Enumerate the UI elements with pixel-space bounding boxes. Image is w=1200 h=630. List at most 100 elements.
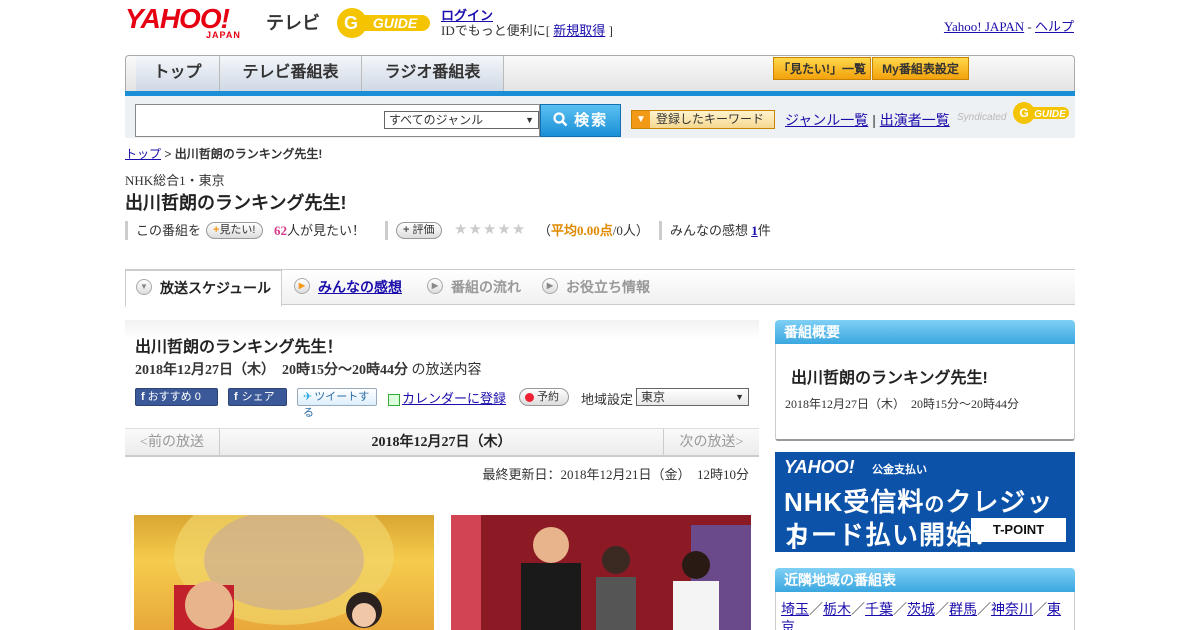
- want-list-button[interactable]: 「見たい!」一覧: [773, 57, 871, 80]
- register-link[interactable]: 新規取得: [553, 23, 605, 38]
- channel-name: NHK総合1・東京: [125, 173, 225, 188]
- id-promo: IDでもっと便利に[ 新規取得 ]: [441, 20, 613, 39]
- broadcast-date-nav: <前の放送 2018年12月27日（木） 次の放送>: [125, 428, 759, 457]
- svg-text:GUIDE: GUIDE: [373, 15, 418, 31]
- top-right-links: Yahoo! JAPAN - ヘルプ: [944, 16, 1074, 35]
- registered-keyword-button[interactable]: ▼ 登録したキーワード: [631, 110, 775, 129]
- gguide-logo: G GUIDE: [337, 8, 430, 38]
- ad-headline-1b: の: [924, 494, 946, 516]
- page-title: 出川哲朗のランキング先生!: [125, 193, 347, 213]
- help-link[interactable]: ヘルプ: [1035, 19, 1074, 34]
- nhk-credit-ad-banner[interactable]: YAHOO! 公金支払い NHK受信料のクレジット カード払い開始！ T-POI…: [775, 452, 1075, 552]
- next-broadcast-button[interactable]: 次の放送>: [663, 429, 759, 456]
- reserve-label: 予約: [537, 391, 559, 403]
- registered-keyword-label: 登録したキーワード: [656, 112, 765, 126]
- calendar-register[interactable]: カレンダーに登録: [388, 388, 506, 407]
- genre-select[interactable]: すべてのジャンル ▼: [384, 111, 539, 129]
- nearby-header: 近隣地域の番組表: [775, 568, 1075, 592]
- nearby-sep: ／: [851, 603, 865, 618]
- genre-select-value: すべてのジャンル: [389, 113, 484, 127]
- rate-button-label: 評価: [412, 224, 435, 236]
- ad-headline-1a: NHK受信料: [784, 487, 925, 517]
- impressions-label: みんなの感想: [670, 223, 749, 238]
- region-select-value: 東京: [641, 390, 666, 404]
- svg-text:G: G: [1019, 106, 1028, 120]
- program-photo-1: [134, 515, 434, 630]
- main-nav: トップ テレビ番組表 ラジオ番組表 「見たい!」一覧 My番組表設定: [125, 55, 1075, 92]
- nearby-link-saitama[interactable]: 埼玉: [781, 603, 809, 618]
- tab-program-flow-label: 番組の流れ: [451, 279, 521, 295]
- tab-impressions-label[interactable]: みんなの感想: [318, 279, 402, 295]
- facebook-icon: f: [234, 391, 238, 403]
- studio-photo-image: [451, 515, 751, 630]
- program-photo-2: [451, 515, 751, 630]
- dropdown-arrow-icon: ▼: [735, 392, 744, 402]
- nearby-sep: ／: [893, 603, 907, 618]
- reserve-button[interactable]: 予約: [519, 388, 569, 406]
- tab-useful-info-label: お役立ち情報: [566, 279, 650, 295]
- nav-tab-tv-schedule[interactable]: テレビ番組表: [220, 56, 362, 91]
- nearby-link-chiba[interactable]: 千葉: [865, 603, 893, 618]
- breadcrumb: トップ > 出川哲朗のランキング先生!: [125, 145, 322, 162]
- overview-date: 2018年12月27日（木） 20時15分～20時44分: [785, 397, 1020, 411]
- overview-header: 番組概要: [775, 320, 1075, 344]
- search-links: ジャンル一覧 | 出演者一覧: [785, 110, 950, 130]
- program-info-row: この番組を +見たい! 62人が見たい！ + 評価 ★★★★★ （平均0.00点…: [125, 221, 825, 240]
- search-button-label: 検索: [574, 112, 609, 129]
- breadcrumb-home[interactable]: トップ: [125, 147, 161, 161]
- tpoint-logo: T-POINT: [971, 518, 1066, 542]
- nearby-link-kanagawa[interactable]: 神奈川: [991, 603, 1033, 618]
- divider: [125, 221, 128, 240]
- facebook-recommend-button[interactable]: f おすすめ 0: [135, 388, 218, 406]
- schedule-title: 出川哲朗のランキング先生！: [135, 339, 343, 356]
- yahoo-japan-link[interactable]: Yahoo! JAPAN: [944, 19, 1024, 34]
- dropdown-arrow-icon: ▼: [525, 115, 534, 125]
- rating-stars[interactable]: ★★★★★: [454, 221, 526, 240]
- twitter-bird-icon: ✈: [303, 391, 313, 403]
- my-schedule-settings-button[interactable]: My番組表設定: [872, 57, 969, 80]
- tab-schedule[interactable]: ▼ 放送スケジュール: [125, 270, 282, 307]
- nearby-sep: ／: [809, 603, 823, 618]
- calendar-register-link[interactable]: カレンダーに登録: [402, 391, 506, 406]
- tab-impressions[interactable]: ▶ みんなの感想: [294, 270, 431, 304]
- genre-list-link[interactable]: ジャンル一覧: [785, 112, 868, 128]
- prev-broadcast-button[interactable]: <前の放送: [125, 429, 220, 456]
- share-row: f おすすめ 0 f シェア ✈ ツイートする カレンダーに登録 予約 地域設定 東京…: [135, 386, 755, 419]
- nearby-link-gunma[interactable]: 群馬: [949, 603, 977, 618]
- dropdown-arrow-icon: ▼: [632, 111, 650, 128]
- yahoo-logo[interactable]: YAHOO!: [125, 5, 230, 33]
- gguide-small-logo: G GUIDE: [1013, 102, 1069, 124]
- tv-logo-label: テレビ: [266, 13, 320, 33]
- impressions-suffix: 件: [757, 223, 771, 238]
- nearby-link-ibaraki[interactable]: 茨城: [907, 603, 935, 618]
- nav-tab-top[interactable]: トップ: [136, 56, 220, 91]
- chevron-right-icon: ▶: [542, 278, 558, 295]
- yahoo-japan-sublogo: JAPAN: [206, 30, 241, 40]
- chevron-right-icon: ▶: [427, 278, 443, 295]
- performer-list-link[interactable]: 出演者一覧: [880, 112, 950, 128]
- nearby-sep: ／: [935, 603, 949, 618]
- want-count: 62: [274, 223, 287, 238]
- want-suffix: 人が見たい！: [287, 223, 366, 238]
- link-separator: |: [872, 112, 876, 128]
- nav-tab-radio-schedule[interactable]: ラジオ番組表: [362, 56, 504, 91]
- chevron-down-icon: ▼: [136, 279, 152, 296]
- ad-payment-label: 公金支払い: [872, 464, 927, 476]
- program-tabs: ▼ 放送スケジュール ▶ みんなの感想 ▶ 番組の流れ ▶ お役立ち情報: [125, 269, 1075, 307]
- tweet-button[interactable]: ✈ ツイートする: [297, 388, 377, 419]
- facebook-recommend-label: おすすめ 0: [147, 391, 201, 403]
- want-button[interactable]: +見たい!: [206, 222, 263, 239]
- avg-open: （: [538, 223, 552, 238]
- broadcast-suffix: の放送内容: [411, 363, 482, 378]
- search-button[interactable]: 検索: [540, 104, 621, 137]
- svg-text:GUIDE: GUIDE: [1034, 109, 1066, 120]
- nearby-link-tochigi[interactable]: 栃木: [823, 603, 851, 618]
- facebook-share-button[interactable]: f シェア: [228, 388, 287, 406]
- tab-program-flow: ▶ 番組の流れ: [427, 270, 531, 304]
- ad-headline-2: カード払い開始！: [784, 520, 1001, 550]
- last-updated: 最終更新日：2018年12月21日（金） 12時10分: [482, 467, 749, 482]
- rate-button[interactable]: + 評価: [396, 222, 442, 239]
- region-select[interactable]: 東京 ▼: [636, 388, 749, 406]
- nearby-region-links: 埼玉／栃木／千葉／茨城／群馬／神奈川／東京: [781, 602, 1069, 630]
- breadcrumb-separator: >: [164, 147, 172, 161]
